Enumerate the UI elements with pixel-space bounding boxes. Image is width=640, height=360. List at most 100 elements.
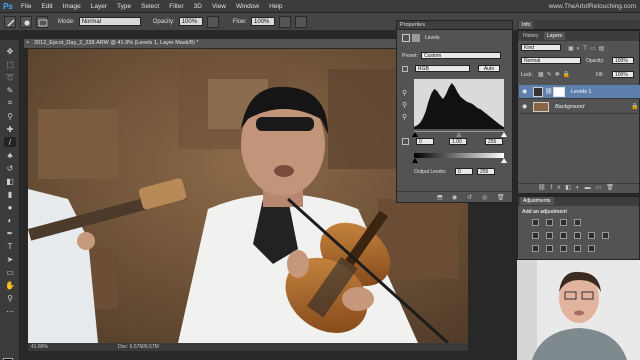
gradient-map-icon[interactable] xyxy=(588,245,595,252)
shape-tool[interactable]: ▭ xyxy=(4,267,16,277)
clone-stamp-tool[interactable]: ♣ xyxy=(4,150,16,160)
input-black-field[interactable]: 0 xyxy=(416,138,434,145)
brightness-contrast-icon[interactable] xyxy=(532,219,539,226)
input-gamma-field[interactable]: 1.00 xyxy=(449,138,467,145)
preset-select[interactable]: Custom xyxy=(421,52,501,59)
tab-info[interactable]: Info xyxy=(519,21,534,29)
levels-adjust-icon[interactable] xyxy=(546,219,553,226)
eye-icon[interactable]: ◉ xyxy=(522,103,527,110)
mask-icon[interactable] xyxy=(412,34,420,42)
black-point-eyedropper-icon[interactable]: ⚲ xyxy=(402,89,407,97)
flow-input[interactable]: 100% xyxy=(251,17,276,26)
menu-type[interactable]: Type xyxy=(112,3,136,10)
pressure-size-toggle[interactable] xyxy=(295,15,308,28)
eraser-tool[interactable]: ◧ xyxy=(4,176,16,186)
photo-filter-icon[interactable] xyxy=(588,232,595,239)
selective-color-icon[interactable] xyxy=(574,245,581,252)
close-document-icon[interactable]: × xyxy=(26,39,29,48)
layer-row-background[interactable]: ◉ Background 🔒 xyxy=(519,100,640,114)
opacity-input[interactable]: 100% xyxy=(178,17,203,26)
eyedropper-tool[interactable]: ⚲ xyxy=(4,111,16,121)
pen-tool[interactable]: ✒ xyxy=(4,228,16,238)
output-white-slider[interactable] xyxy=(501,158,507,163)
dodge-tool[interactable]: ◐ xyxy=(4,215,16,225)
input-black-slider[interactable] xyxy=(412,132,418,137)
menu-select[interactable]: Select xyxy=(136,3,164,10)
clipping-icon[interactable] xyxy=(402,138,409,145)
reset-icon[interactable]: ↺ xyxy=(467,194,472,201)
layer-row-levels[interactable]: ◉ ⛓ Levels 1 xyxy=(519,85,640,99)
history-brush-tool[interactable]: ↺ xyxy=(4,163,16,173)
layer-mask-thumbnail[interactable] xyxy=(553,87,565,97)
tab-layers[interactable]: Layers xyxy=(544,32,566,40)
curves-icon[interactable] xyxy=(560,219,567,226)
filter-icons[interactable]: ▣◐T▭▤ xyxy=(568,45,607,52)
brush-preset-picker[interactable] xyxy=(4,15,16,28)
layer-name[interactable]: Background xyxy=(555,104,584,110)
airbrush-toggle[interactable] xyxy=(279,15,292,28)
vibrance-icon[interactable] xyxy=(532,232,539,239)
channel-select[interactable]: RGB xyxy=(415,65,470,72)
eye-icon[interactable]: ◉ xyxy=(522,88,527,95)
crop-tool[interactable]: ⌗ xyxy=(4,98,16,108)
clip-to-layer-icon[interactable]: ⬒ xyxy=(437,194,443,201)
auto-button[interactable]: Auto xyxy=(478,65,500,72)
threshold-icon[interactable] xyxy=(560,245,567,252)
pressure-opacity-toggle[interactable] xyxy=(206,15,219,28)
move-tool[interactable]: ✥ xyxy=(4,46,16,56)
delete-icon[interactable]: 🗑 xyxy=(497,194,505,201)
chain-icon[interactable]: ⛓ xyxy=(545,88,553,95)
layer-filter-select[interactable]: Kind xyxy=(521,44,561,51)
healing-tool[interactable]: ✚ xyxy=(4,124,16,134)
menu-image[interactable]: Image xyxy=(58,3,86,10)
menu-edit[interactable]: Edit xyxy=(36,3,57,10)
fill-input[interactable]: 100% xyxy=(612,71,634,78)
path-select-tool[interactable]: ➤ xyxy=(4,254,16,264)
color-balance-icon[interactable] xyxy=(560,232,567,239)
target-adjust-icon[interactable] xyxy=(402,66,408,72)
view-previous-icon[interactable]: ◉ xyxy=(452,194,457,201)
hand-tool[interactable]: ✋ xyxy=(4,280,16,290)
visibility-icon[interactable]: ◎ xyxy=(482,194,487,201)
brush-size-picker[interactable] xyxy=(20,15,32,28)
hue-saturation-icon[interactable] xyxy=(546,232,553,239)
tab-history[interactable]: History xyxy=(520,32,542,40)
channel-mixer-icon[interactable] xyxy=(602,232,609,239)
gradient-tool[interactable]: ▮ xyxy=(4,189,16,199)
menu-file[interactable]: File xyxy=(16,3,36,10)
exposure-icon[interactable] xyxy=(574,219,581,226)
invert-icon[interactable] xyxy=(532,245,539,252)
output-black-slider[interactable] xyxy=(412,158,418,163)
menu-3d[interactable]: 3D xyxy=(189,3,207,10)
document-tab[interactable]: × 2012_Epcot_Day_2_238.ARW @ 41.9% (Leve… xyxy=(24,39,396,48)
brush-panel-toggle[interactable] xyxy=(36,15,48,28)
input-white-field[interactable]: 255 xyxy=(485,138,503,145)
output-white-field[interactable]: 255 xyxy=(477,168,495,175)
marquee-tool[interactable]: ⬚ xyxy=(4,59,16,69)
blur-tool[interactable]: ● xyxy=(4,202,16,212)
tab-adjustments[interactable]: Adjustments xyxy=(520,197,554,205)
blend-mode-select[interactable]: Normal xyxy=(521,57,581,64)
output-black-field[interactable]: 0 xyxy=(455,168,473,175)
lasso-tool[interactable]: ➰ xyxy=(4,72,16,82)
input-white-slider[interactable] xyxy=(501,132,507,137)
black-white-icon[interactable] xyxy=(574,232,581,239)
white-point-eyedropper-icon[interactable]: ⚲ xyxy=(402,113,407,121)
layer-action-icons[interactable]: ⛓fx◧◐▬▭🗑 xyxy=(538,184,619,191)
zoom-level[interactable]: 41.89% xyxy=(31,343,48,351)
menu-filter[interactable]: Filter xyxy=(164,3,188,10)
menu-window[interactable]: Window xyxy=(231,3,264,10)
gray-point-eyedropper-icon[interactable]: ⚲ xyxy=(402,101,407,109)
zoom-tool[interactable]: ⚲ xyxy=(4,293,16,303)
quick-select-tool[interactable]: ✎ xyxy=(4,85,16,95)
type-tool[interactable]: T xyxy=(4,241,16,251)
layer-name[interactable]: Levels 1 xyxy=(571,89,592,95)
input-gamma-slider[interactable] xyxy=(456,132,462,137)
lock-icons[interactable]: ▦✎✥🔒 xyxy=(538,71,573,78)
layer-opacity-input[interactable]: 100% xyxy=(612,57,634,64)
mode-select[interactable]: Normal xyxy=(78,17,141,26)
brush-tool[interactable]: / xyxy=(4,137,16,147)
menu-view[interactable]: View xyxy=(207,3,231,10)
posterize-icon[interactable] xyxy=(546,245,553,252)
extra-tool[interactable]: ⋯ xyxy=(4,306,16,316)
